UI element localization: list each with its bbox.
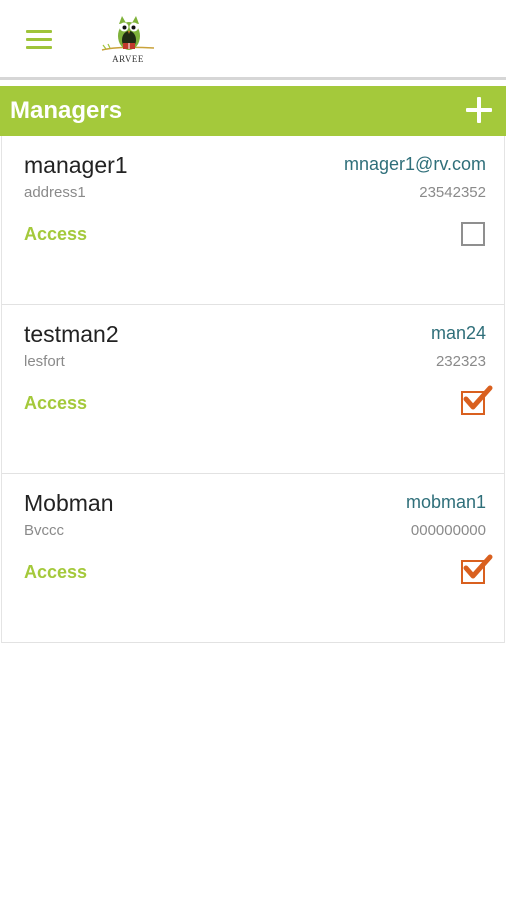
manager-address: lesfort [24,353,65,370]
manager-name: Mobman [24,490,114,516]
manager-email: mobman1 [405,492,486,512]
access-label: Access [24,224,88,244]
manager-card[interactable]: testman2 man24 lesfort 232323 Access [2,305,504,474]
checkmark-icon [463,385,493,410]
menu-icon-line [26,38,52,41]
menu-icon-line [26,46,52,49]
access-checkbox[interactable] [461,554,493,584]
checkbox-box [461,222,485,246]
access-checkbox[interactable] [461,222,485,246]
top-app-bar: ARVEE [0,0,506,80]
manager-address: address1 [24,184,86,201]
managers-header: Managers [0,86,506,136]
manager-name: manager1 [24,152,128,178]
managers-list: manager1 mnager1@rv.com address1 2354235… [1,136,505,643]
owl-logo-icon [101,16,155,51]
access-label: Access [24,393,88,413]
manager-address: Bvccc [24,522,65,539]
checkmark-icon [463,554,493,579]
page-title: Managers [10,97,123,124]
access-label: Access [24,562,88,582]
manager-email: mnager1@rv.com [344,154,486,174]
logo-text: ARVEE [112,54,144,64]
manager-email: man24 [430,323,486,343]
add-manager-button[interactable] [464,95,494,125]
manager-phone: 232323 [435,353,486,370]
manager-phone: 23542352 [419,184,486,201]
access-checkbox[interactable] [461,385,493,415]
menu-icon[interactable] [24,28,56,52]
manager-card[interactable]: Mobman mobman1 Bvccc 000000000 Access [2,474,504,643]
manager-name: testman2 [24,321,119,347]
menu-icon-line [26,30,52,33]
manager-phone: 000000000 [410,522,486,539]
app-logo: ARVEE [98,12,158,68]
manager-card[interactable]: manager1 mnager1@rv.com address1 2354235… [2,136,504,305]
